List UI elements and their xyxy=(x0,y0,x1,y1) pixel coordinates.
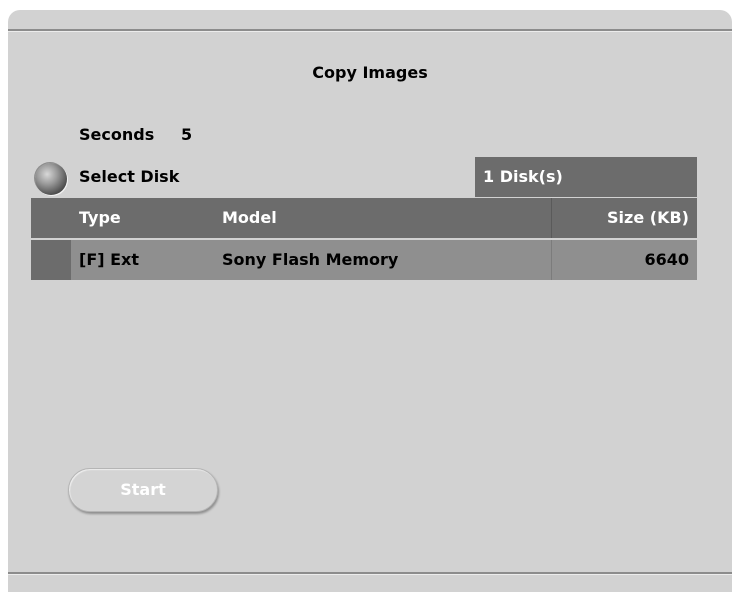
disk-count-badge: 1 Disk(s) xyxy=(475,157,697,197)
column-header-type: Type xyxy=(71,198,218,238)
table-row[interactable]: [F] Ext Sony Flash Memory 6640 xyxy=(31,240,697,280)
copy-images-dialog: Copy Images Seconds 5 Select Disk 1 Disk… xyxy=(8,10,732,592)
start-button[interactable]: Start xyxy=(68,468,218,512)
row-selector[interactable] xyxy=(31,240,71,280)
table-header-row: Type Model Size (KB) xyxy=(31,198,697,238)
header-gutter xyxy=(31,198,71,238)
seconds-value[interactable]: 5 xyxy=(181,125,192,144)
select-disk-label: Select Disk xyxy=(79,167,180,186)
row-model: Sony Flash Memory xyxy=(218,240,552,280)
bottom-divider xyxy=(8,572,732,575)
top-divider xyxy=(8,29,732,32)
dialog-title: Copy Images xyxy=(312,63,428,82)
select-disk-radio-icon[interactable] xyxy=(35,163,67,195)
seconds-label: Seconds xyxy=(79,125,155,144)
column-header-model: Model xyxy=(218,198,552,238)
row-size: 6640 xyxy=(552,240,697,280)
disk-table: Type Model Size (KB) [F] Ext Sony Flash … xyxy=(31,198,697,280)
row-type: [F] Ext xyxy=(71,240,218,280)
column-header-size: Size (KB) xyxy=(552,198,697,238)
